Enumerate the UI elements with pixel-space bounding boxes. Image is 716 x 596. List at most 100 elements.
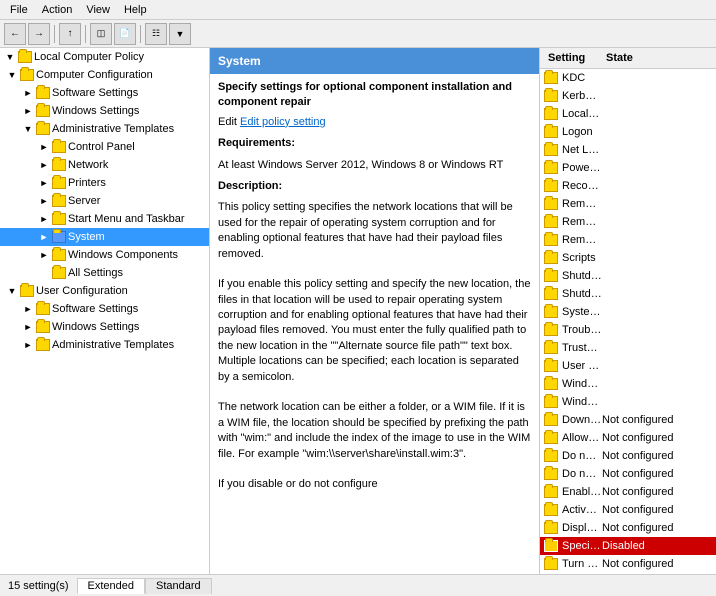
settings-item[interactable]: Scripts: [540, 249, 716, 267]
ws1-expander[interactable]: ►: [20, 103, 36, 119]
tree-software-settings-2[interactable]: ► Software Settings: [0, 300, 209, 318]
net-icon: [52, 159, 66, 171]
sys-expander[interactable]: ►: [36, 229, 52, 245]
at1-expander[interactable]: ▼: [20, 121, 36, 137]
item-name: Allow Distributed Link Tracking clients …: [562, 432, 602, 444]
settings-item[interactable]: Enable Persistent Time StampNot configur…: [540, 483, 716, 501]
item-name: System Restore: [562, 306, 602, 318]
settings-item[interactable]: Net Logon: [540, 141, 716, 159]
menu-action[interactable]: Action: [36, 3, 79, 17]
show-hide-button[interactable]: ◫: [90, 23, 112, 45]
col-setting: Setting: [544, 50, 602, 66]
tab-standard[interactable]: Standard: [145, 578, 212, 594]
tree-computer-config[interactable]: ▼ Computer Configuration: [0, 66, 209, 84]
back-button[interactable]: ←: [4, 23, 26, 45]
settings-item[interactable]: Power Management: [540, 159, 716, 177]
ss2-expander[interactable]: ►: [20, 301, 36, 317]
settings-item[interactable]: Removable Storage Access: [540, 231, 716, 249]
settings-item[interactable]: Specify settings for optional component …: [540, 537, 716, 555]
menu-file[interactable]: File: [4, 3, 34, 17]
tree-windows-components[interactable]: ► Windows Components: [0, 246, 209, 264]
item-folder-icon: [544, 306, 558, 318]
item-folder-icon: [544, 270, 558, 282]
settings-item[interactable]: Kerberos: [540, 87, 716, 105]
item-name: Display Shutdown Event Tracker: [562, 522, 602, 534]
settings-item[interactable]: Turn off Data Execution Prevention for H…: [540, 555, 716, 573]
computer-config-expander[interactable]: ▼: [4, 67, 20, 83]
sm-expander[interactable]: ►: [36, 211, 52, 227]
up-button[interactable]: ↑: [59, 23, 81, 45]
main-layout: ▼ Local Computer Policy ▼ Computer Confi…: [0, 48, 716, 574]
settings-item[interactable]: User Profiles: [540, 357, 716, 375]
root-expander[interactable]: ▼: [2, 49, 18, 65]
settings-item[interactable]: Remote Procedure Call: [540, 213, 716, 231]
tree-software-settings-1[interactable]: ► Software Settings: [0, 84, 209, 102]
settings-item[interactable]: Recovery: [540, 177, 716, 195]
settings-item[interactable]: Logon: [540, 123, 716, 141]
settings-item[interactable]: Troubleshooting and Diagnostics: [540, 321, 716, 339]
cp-label: Control Panel: [68, 141, 135, 153]
net-expander[interactable]: ►: [36, 157, 52, 173]
prnt-expander[interactable]: ►: [36, 175, 52, 191]
tree-root[interactable]: ▼ Local Computer Policy: [0, 48, 209, 66]
settings-item[interactable]: Shutdown: [540, 267, 716, 285]
settings-item[interactable]: Restrict potentially unsafe HTML Help fi…: [540, 573, 716, 574]
tree-windows-settings-1[interactable]: ► Windows Settings: [0, 102, 209, 120]
settings-item[interactable]: Do not automatically encrypt files moved…: [540, 447, 716, 465]
settings-item[interactable]: Locale Services: [540, 105, 716, 123]
at2-label: Administrative Templates: [52, 339, 174, 351]
settings-item[interactable]: Remote Assistance: [540, 195, 716, 213]
settings-item[interactable]: Windows Time Service: [540, 393, 716, 411]
tree-windows-settings-2[interactable]: ► Windows Settings: [0, 318, 209, 336]
wc-icon: [52, 249, 66, 261]
tree-printers[interactable]: ► Printers: [0, 174, 209, 192]
menu-help[interactable]: Help: [118, 3, 153, 17]
description-panel: System Specify settings for optional com…: [210, 48, 540, 574]
tree-admin-templates-1[interactable]: ▼ Administrative Templates: [0, 120, 209, 138]
settings-item[interactable]: Trusted Platform Module Services: [540, 339, 716, 357]
settings-item[interactable]: Download missing COM componentsNot confi…: [540, 411, 716, 429]
item-name: Remote Procedure Call: [562, 216, 602, 228]
tree-control-panel[interactable]: ► Control Panel: [0, 138, 209, 156]
srv-expander[interactable]: ►: [36, 193, 52, 209]
uc-expander[interactable]: ▼: [4, 283, 20, 299]
settings-item[interactable]: Allow Distributed Link Tracking clients …: [540, 429, 716, 447]
menu-view[interactable]: View: [80, 3, 116, 17]
export-button[interactable]: 📄: [114, 23, 136, 45]
toolbar: ← → ↑ ◫ 📄 ☷ ▼: [0, 20, 716, 48]
view-button[interactable]: ☷: [145, 23, 167, 45]
item-folder-icon: [544, 108, 558, 120]
tree-all-settings[interactable]: ► All Settings: [0, 264, 209, 282]
settings-item[interactable]: System Restore: [540, 303, 716, 321]
settings-item[interactable]: Shutdown Options: [540, 285, 716, 303]
filter-button[interactable]: ▼: [169, 23, 191, 45]
cp-expander[interactable]: ►: [36, 139, 52, 155]
policy-link[interactable]: Edit policy setting: [240, 116, 326, 128]
at2-expander[interactable]: ►: [20, 337, 36, 353]
at2-icon: [36, 339, 50, 351]
item-name: Enable Persistent Time Stamp: [562, 486, 602, 498]
tree-user-config[interactable]: ▼ User Configuration: [0, 282, 209, 300]
wc-expander[interactable]: ►: [36, 247, 52, 263]
menubar: File Action View Help: [0, 0, 716, 20]
tree-start-menu[interactable]: ► Start Menu and Taskbar: [0, 210, 209, 228]
item-folder-icon: [544, 216, 558, 228]
tab-extended[interactable]: Extended: [77, 578, 145, 594]
tree-panel: ▼ Local Computer Policy ▼ Computer Confi…: [0, 48, 210, 574]
tree-network[interactable]: ► Network: [0, 156, 209, 174]
settings-item[interactable]: Display Shutdown Event TrackerNot config…: [540, 519, 716, 537]
tree-admin-templates-2[interactable]: ► Administrative Templates: [0, 336, 209, 354]
tree-server[interactable]: ► Server: [0, 192, 209, 210]
tree-system[interactable]: ► System: [0, 228, 209, 246]
ss1-expander[interactable]: ►: [20, 85, 36, 101]
item-state: Not configured: [602, 468, 712, 480]
settings-item[interactable]: Do not turn off system power after a Win…: [540, 465, 716, 483]
prnt-label: Printers: [68, 177, 106, 189]
forward-button[interactable]: →: [28, 23, 50, 45]
sys-label: System: [68, 231, 105, 243]
settings-item[interactable]: KDC: [540, 69, 716, 87]
settings-item[interactable]: Windows File Protection: [540, 375, 716, 393]
ws2-expander[interactable]: ►: [20, 319, 36, 335]
settings-item[interactable]: Activate Shutdown Event Tracker System S…: [540, 501, 716, 519]
ss2-icon: [36, 303, 50, 315]
